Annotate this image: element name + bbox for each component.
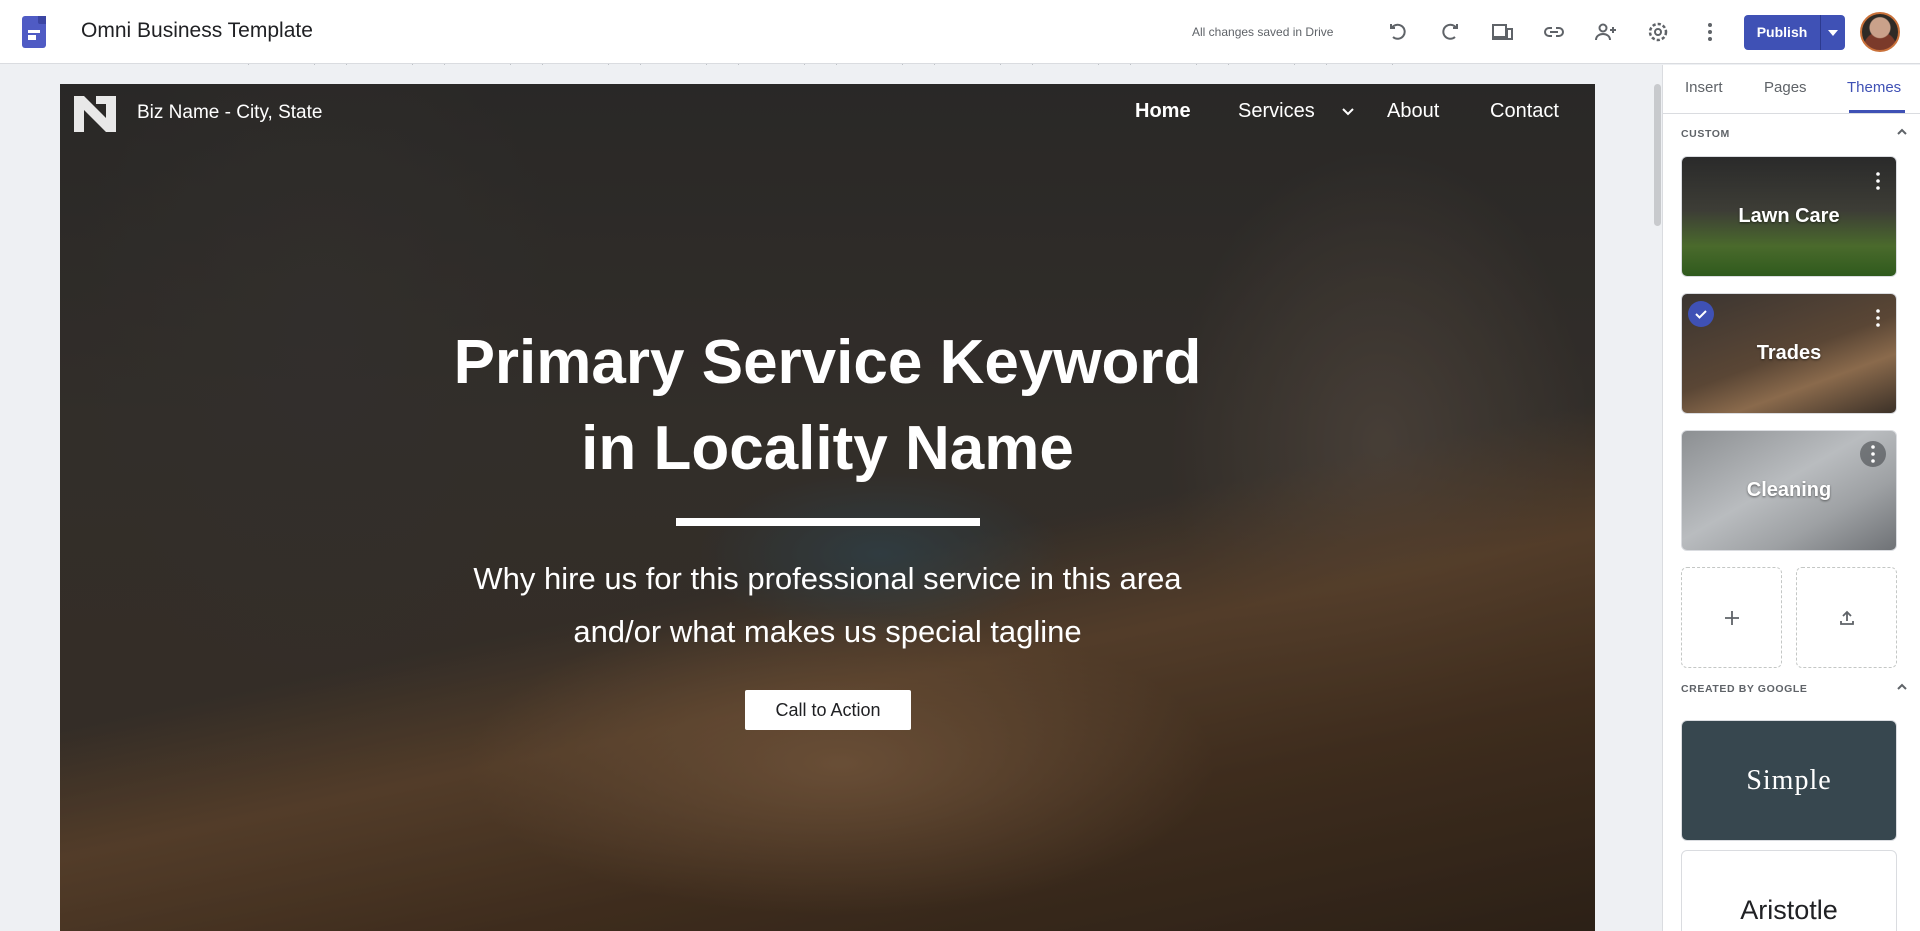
- more-vert-icon[interactable]: [1860, 441, 1886, 467]
- theme-card-cleaning[interactable]: Cleaning: [1681, 430, 1897, 551]
- undo-icon[interactable]: [1384, 18, 1412, 46]
- nav-home[interactable]: Home: [1135, 100, 1191, 123]
- publish-button[interactable]: Publish: [1744, 15, 1845, 50]
- upload-icon: [1839, 610, 1854, 625]
- document-title[interactable]: Omni Business Template: [81, 19, 313, 43]
- more-vert-icon[interactable]: [1874, 308, 1882, 328]
- theme-card-lawn-care[interactable]: Lawn Care: [1681, 156, 1897, 277]
- save-status: All changes saved in Drive: [1192, 25, 1334, 39]
- site-logo-icon[interactable]: [74, 96, 116, 132]
- link-icon[interactable]: [1540, 18, 1568, 46]
- nav-contact[interactable]: Contact: [1490, 100, 1559, 123]
- add-theme-button[interactable]: [1681, 567, 1782, 668]
- collapse-chevron-icon[interactable]: [1895, 125, 1909, 139]
- hero-divider: [676, 518, 980, 526]
- hero-title[interactable]: Primary Service Keyword in Locality Name: [60, 320, 1595, 492]
- custom-section-label: CUSTOM: [1681, 128, 1730, 140]
- hero-title-line-2: in Locality Name: [581, 414, 1074, 483]
- plus-icon: [1724, 610, 1739, 625]
- collapse-chevron-icon[interactable]: [1895, 680, 1909, 694]
- hero-subtitle[interactable]: Why hire us for this professional servic…: [60, 552, 1595, 658]
- upload-theme-button[interactable]: [1796, 567, 1897, 668]
- google-sites-logo-icon[interactable]: [22, 16, 46, 48]
- more-vert-icon[interactable]: [1696, 18, 1724, 46]
- theme-name: Trades: [1756, 342, 1822, 364]
- tab-insert[interactable]: Insert: [1685, 79, 1723, 96]
- hero-subtitle-line-1: Why hire us for this professional servic…: [473, 561, 1182, 596]
- selected-check-icon: [1688, 301, 1714, 327]
- user-avatar[interactable]: [1860, 12, 1900, 52]
- theme-card-trades[interactable]: Trades: [1681, 293, 1897, 414]
- tab-themes[interactable]: Themes: [1847, 79, 1901, 96]
- theme-card-simple[interactable]: Simple: [1681, 720, 1897, 841]
- hero-subtitle-line-2: and/or what makes us special tagline: [573, 614, 1082, 649]
- more-vert-icon[interactable]: [1874, 171, 1882, 191]
- side-panel: Insert Pages Themes CUSTOM Lawn Care Tra…: [1662, 65, 1920, 931]
- theme-name: Lawn Care: [1738, 205, 1840, 227]
- chevron-down-icon[interactable]: [1338, 102, 1358, 122]
- site-biz-name[interactable]: Biz Name - City, State: [137, 102, 322, 124]
- publish-label[interactable]: Publish: [1744, 15, 1820, 50]
- settings-gear-icon[interactable]: [1644, 18, 1672, 46]
- top-bar: Omni Business Template All changes saved…: [0, 0, 1920, 64]
- redo-icon[interactable]: [1436, 18, 1464, 46]
- hero-section[interactable]: Biz Name - City, State Home Services Abo…: [60, 84, 1595, 931]
- share-person-icon[interactable]: [1592, 18, 1620, 46]
- theme-name: Aristotle: [1740, 895, 1838, 925]
- call-to-action-button[interactable]: Call to Action: [745, 690, 911, 730]
- canvas-scrollbar[interactable]: [1654, 84, 1661, 226]
- tab-pages[interactable]: Pages: [1764, 79, 1807, 96]
- nav-about[interactable]: About: [1387, 100, 1439, 123]
- theme-card-aristotle[interactable]: Aristotle: [1681, 850, 1897, 931]
- hero-title-line-1: Primary Service Keyword: [453, 328, 1202, 397]
- preview-devices-icon[interactable]: [1488, 18, 1516, 46]
- theme-name: Simple: [1746, 764, 1832, 796]
- publish-dropdown-icon[interactable]: [1821, 15, 1845, 50]
- nav-services[interactable]: Services: [1238, 100, 1315, 123]
- google-section-label: CREATED BY GOOGLE: [1681, 683, 1808, 695]
